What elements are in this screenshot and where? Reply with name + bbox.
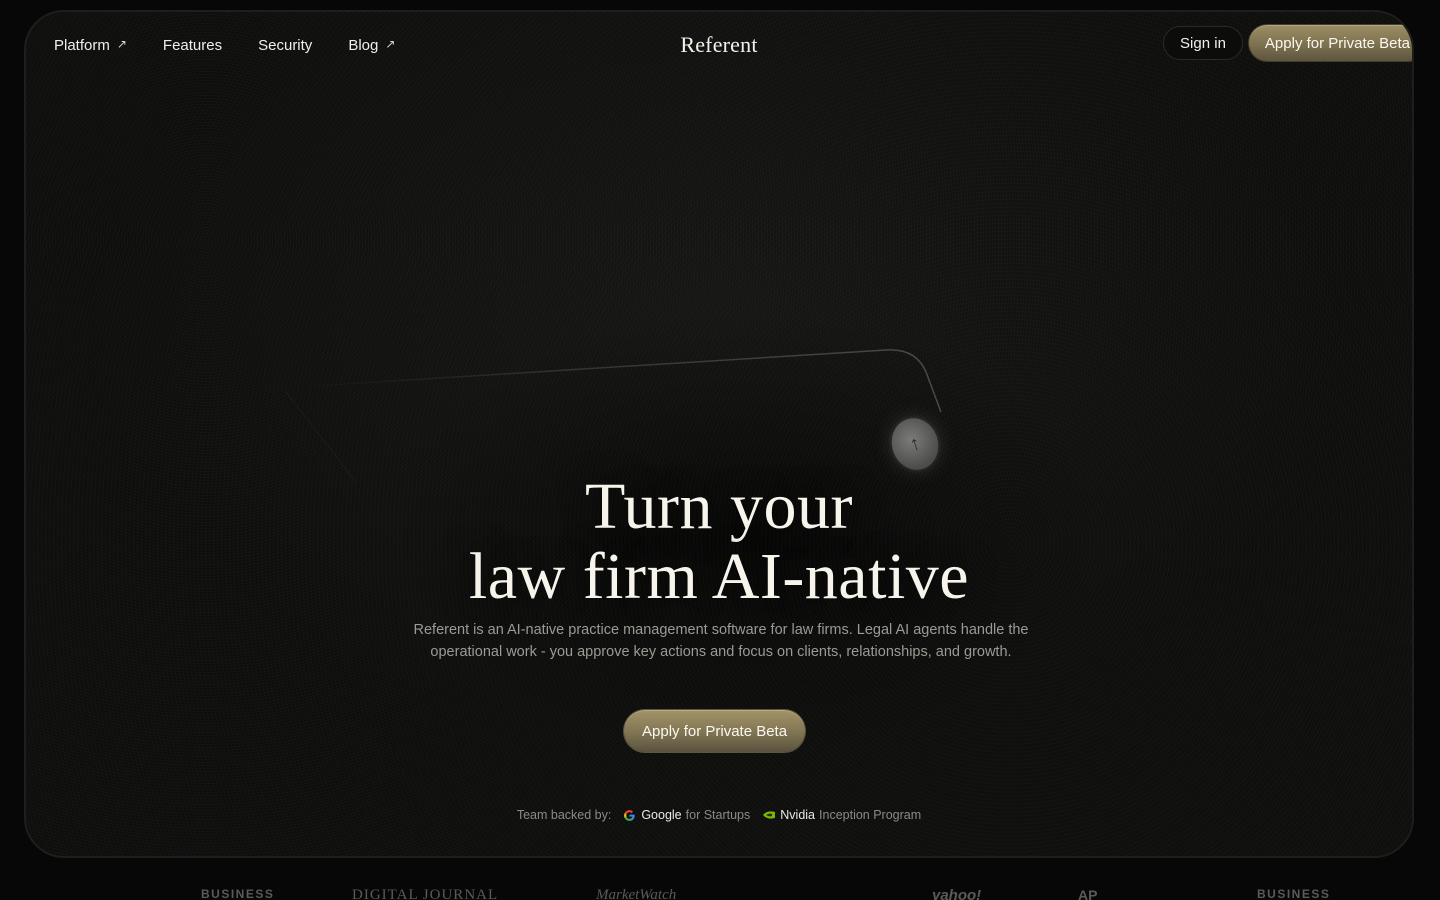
backed-by: Team backed by: Google for Startups Nvid… [26, 808, 1412, 822]
nvidia-program: Inception Program [819, 808, 922, 822]
google-icon [624, 809, 636, 821]
press-logo-digital-journal: DIGITAL JOURNAL [352, 887, 499, 900]
sign-in-button[interactable]: Sign in [1163, 26, 1243, 60]
hero-title: Turn your law firm AI-native [26, 472, 1412, 612]
nvidia-brand: Nvidia [780, 808, 816, 822]
nvidia-icon [763, 811, 776, 819]
apply-beta-hero-button[interactable]: Apply for Private Beta [624, 710, 806, 752]
nav-actions: Sign in Apply for Private Beta [1163, 25, 1412, 61]
hero-title-line-1: Turn your [585, 470, 853, 543]
google-brand: Google [641, 808, 682, 822]
press-logos: BUSINESS DIGITAL JOURNAL MarketWatch yah… [0, 884, 1440, 900]
press-logo-yahoo: yahoo! [932, 887, 982, 900]
hero-subtitle: Referent is an AI-native practice manage… [413, 622, 1029, 660]
hero-title-line-2: law firm AI-native [468, 540, 970, 613]
arrow-up-icon: ↑ [906, 431, 923, 456]
hero-frame: ↑ Platform ↗ Features Security Blog ↗ Re… [24, 10, 1414, 858]
press-logo-business-2: BUSINESS [1257, 887, 1331, 900]
apply-beta-nav-button[interactable]: Apply for Private Beta [1248, 25, 1412, 61]
google-program: for Startups [685, 808, 751, 822]
press-logo-marketwatch: MarketWatch [596, 887, 677, 900]
backed-by-label: Team backed by: [516, 808, 612, 822]
press-logo-ap: AP [1078, 887, 1098, 900]
press-logo-business-1: BUSINESS [201, 887, 275, 900]
